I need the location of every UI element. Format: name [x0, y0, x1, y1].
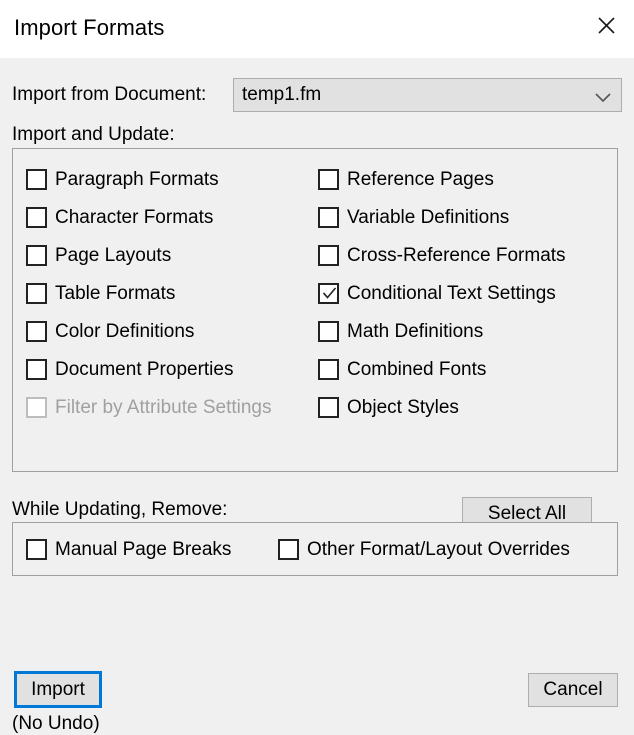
checkbox-label: Combined Fonts [347, 358, 487, 380]
checkbox-box [26, 244, 47, 266]
checkbox-label: Conditional Text Settings [347, 282, 556, 304]
import-and-update-group [12, 148, 618, 472]
checkbox-box [318, 396, 339, 418]
checkbox-label: Cross-Reference Formats [347, 244, 566, 266]
checkmark-icon [322, 286, 337, 306]
import-from-document-row: Import from Document: temp1.fm [12, 78, 622, 112]
checkbox-object-styles[interactable]: Object Styles [318, 394, 459, 420]
window-title: Import Formats [14, 15, 165, 40]
checkbox-label: Filter by Attribute Settings [55, 396, 272, 418]
checkbox-reference-pages[interactable]: Reference Pages [318, 166, 494, 192]
import-and-update-label: Import and Update: [12, 124, 175, 145]
checkbox-character-formats[interactable]: Character Formats [26, 204, 213, 230]
checkbox-variable-definitions[interactable]: Variable Definitions [318, 204, 509, 230]
checkbox-box [26, 282, 47, 304]
checkbox-table-formats[interactable]: Table Formats [26, 280, 175, 306]
title-bar: Import Formats [0, 0, 634, 58]
import-button[interactable]: Import [14, 671, 102, 708]
chevron-down-icon [595, 90, 611, 108]
checkbox-page-layouts[interactable]: Page Layouts [26, 242, 171, 268]
checkbox-label: Paragraph Formats [55, 168, 219, 190]
checkbox-math-definitions[interactable]: Math Definitions [318, 318, 483, 344]
checkbox-box [318, 358, 339, 380]
import-from-document-label: Import from Document: [12, 84, 207, 105]
checkbox-cross-reference-formats[interactable]: Cross-Reference Formats [318, 242, 566, 268]
cancel-button[interactable]: Cancel [528, 673, 618, 707]
import-from-document-value: temp1.fm [242, 84, 322, 105]
checkbox-combined-fonts[interactable]: Combined Fonts [318, 356, 486, 382]
checkbox-box [26, 396, 47, 418]
checkbox-label: Manual Page Breaks [55, 538, 232, 560]
checkbox-document-properties[interactable]: Document Properties [26, 356, 233, 382]
checkbox-label: Other Format/Layout Overrides [307, 538, 570, 560]
checkbox-box [318, 282, 339, 306]
checkbox-box [26, 538, 47, 560]
checkbox-filter-by-attribute-settings: Filter by Attribute Settings [26, 394, 272, 420]
checkbox-label: Object Styles [347, 396, 459, 418]
dialog-body: Import from Document: temp1.fm Import an… [0, 58, 634, 734]
checkbox-box [318, 168, 339, 190]
no-undo-note: (No Undo) [12, 713, 100, 734]
checkbox-label: Character Formats [55, 206, 214, 228]
checkbox-box [26, 358, 47, 380]
checkbox-box [26, 168, 47, 190]
checkbox-label: Table Formats [55, 282, 176, 304]
checkbox-box [26, 206, 47, 228]
while-updating-remove-label: While Updating, Remove: [12, 499, 228, 520]
checkbox-label: Document Properties [55, 358, 234, 380]
checkbox-manual-page-breaks[interactable]: Manual Page Breaks [26, 536, 231, 562]
checkbox-box [26, 320, 47, 342]
checkbox-box [318, 320, 339, 342]
close-button[interactable] [578, 0, 634, 50]
checkbox-box [318, 206, 339, 228]
checkbox-label: Color Definitions [55, 320, 195, 342]
checkbox-conditional-text-settings[interactable]: Conditional Text Settings [318, 280, 556, 306]
checkbox-box [318, 244, 339, 266]
checkbox-box [278, 538, 299, 560]
checkbox-color-definitions[interactable]: Color Definitions [26, 318, 194, 344]
checkbox-label: Page Layouts [55, 244, 172, 266]
checkbox-paragraph-formats[interactable]: Paragraph Formats [26, 166, 219, 192]
close-icon [597, 16, 616, 35]
checkbox-label: Reference Pages [347, 168, 494, 190]
checkbox-other-format-layout-overrides[interactable]: Other Format/Layout Overrides [278, 536, 570, 562]
import-from-document-select[interactable]: temp1.fm [233, 78, 622, 112]
checkbox-label: Variable Definitions [347, 206, 510, 228]
checkbox-label: Math Definitions [347, 320, 484, 342]
